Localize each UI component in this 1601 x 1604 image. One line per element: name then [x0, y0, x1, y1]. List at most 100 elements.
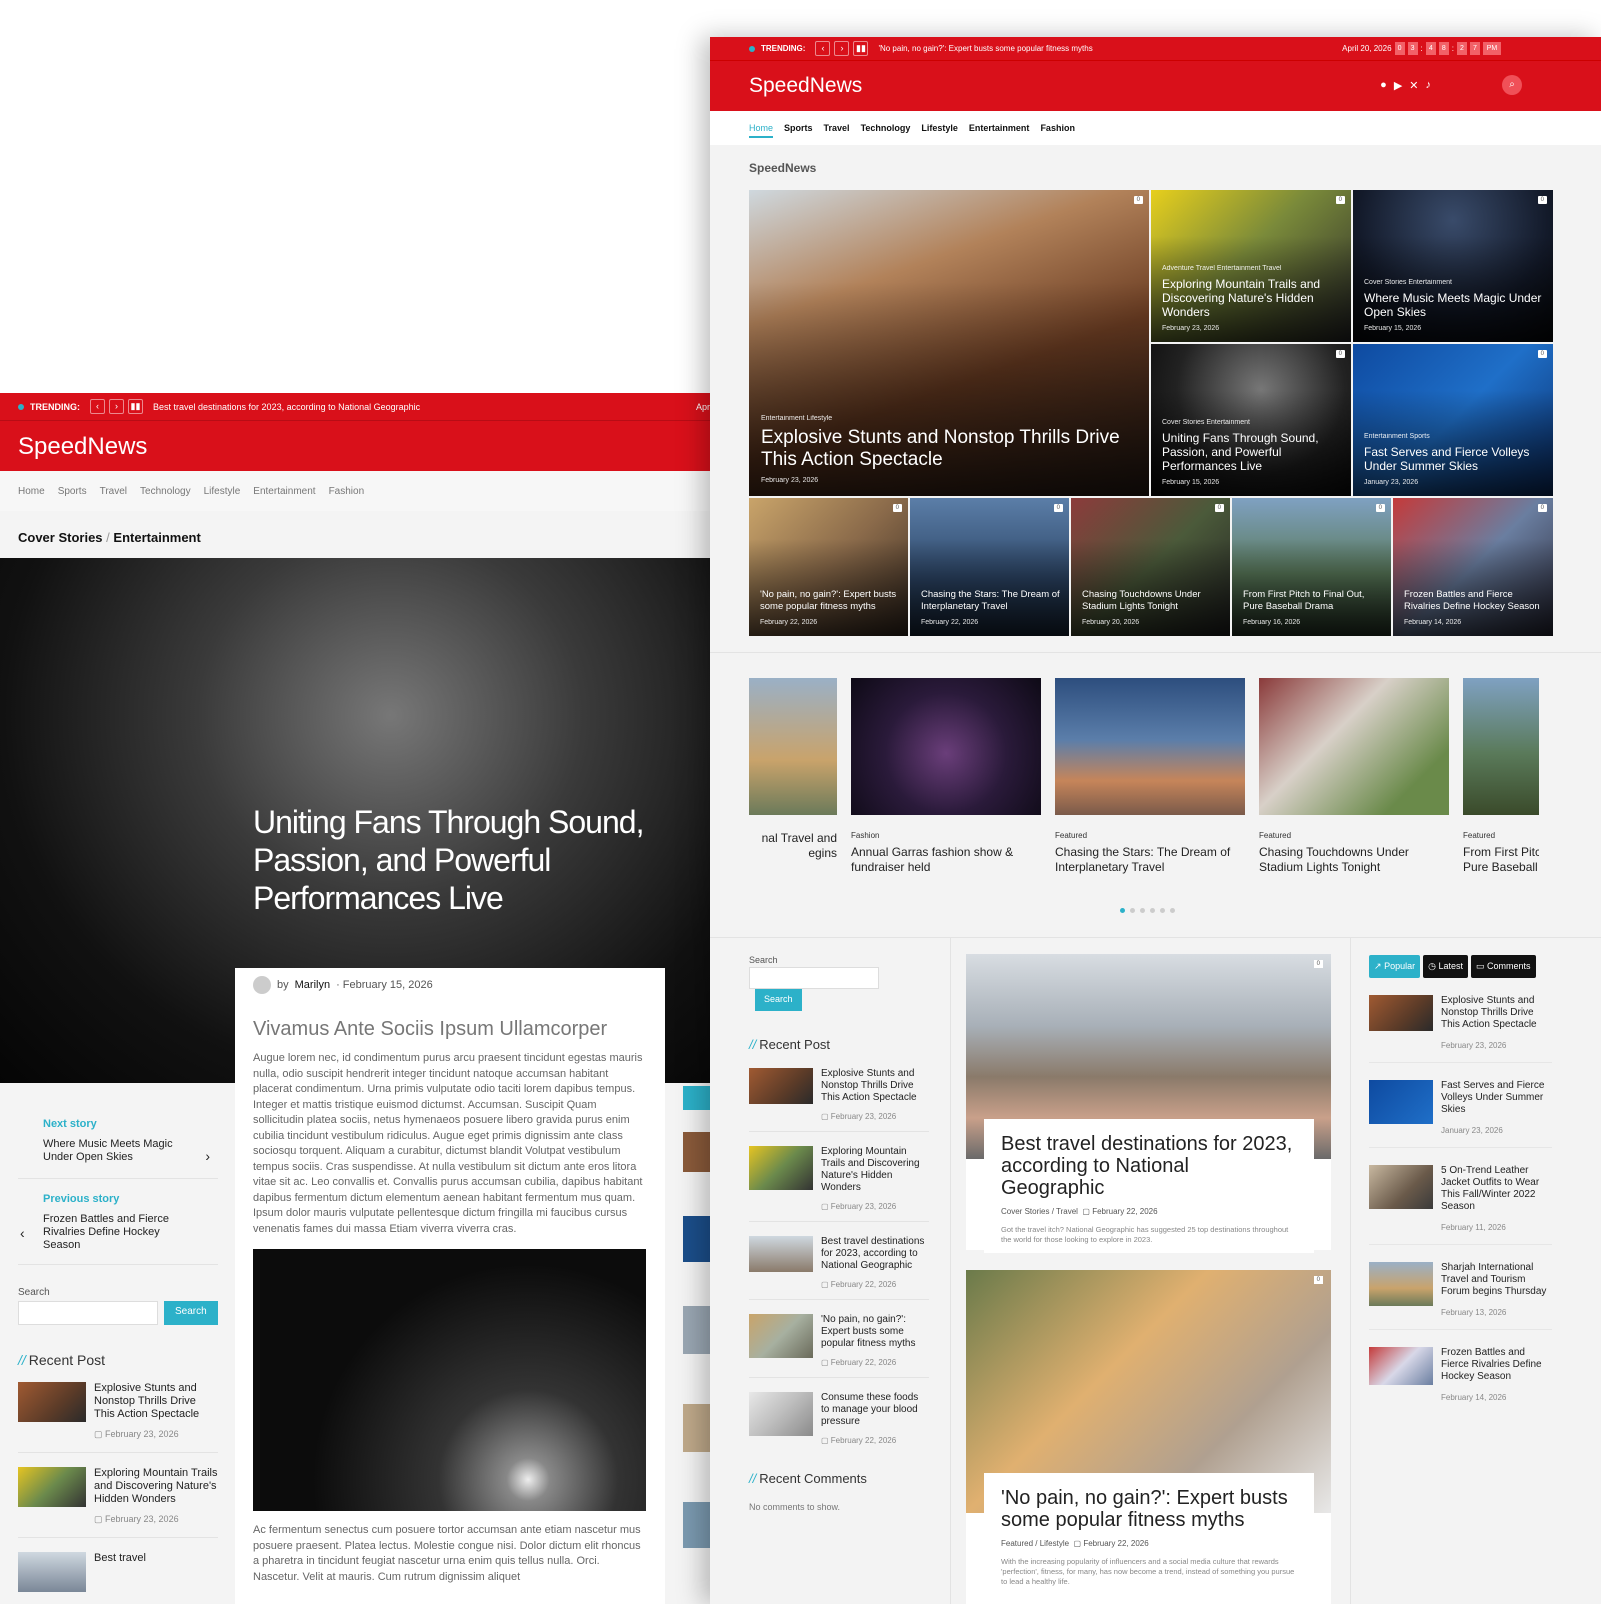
trending-pause-button[interactable]: ▮▮: [128, 399, 143, 414]
card-title[interactable]: Chasing the Stars: The Dream of Interpla…: [1055, 845, 1245, 875]
search-icon[interactable]: ⌕: [1502, 75, 1522, 95]
row-tile[interactable]: 0 Frozen Battles and Fierce Rivalries De…: [1393, 498, 1553, 636]
list-item[interactable]: Frozen Battles and Fierce Rivalries Defi…: [1369, 1347, 1552, 1414]
tile-title[interactable]: Explosive Stunts and Nonstop Thrills Dri…: [761, 427, 1141, 471]
list-item[interactable]: Sharjah International Travel and Tourism…: [1369, 1262, 1552, 1330]
featured-title[interactable]: Best travel destinations for 2023, accor…: [1001, 1133, 1297, 1199]
tile-title[interactable]: Uniting Fans Through Sound, Passion, and…: [1162, 431, 1343, 473]
carousel-card[interactable]: Fashion Annual Garras fashion show & fun…: [851, 678, 1041, 875]
list-item[interactable]: Fast Serves and Fierce Volleys Under Sum…: [1369, 1080, 1552, 1148]
popular-title[interactable]: Frozen Battles and Fierce Rivalries Defi…: [1441, 1347, 1552, 1383]
list-item[interactable]: Explosive Stunts and Nonstop Thrills Dri…: [1369, 995, 1552, 1063]
card-category[interactable]: Fashion: [851, 831, 1041, 840]
recent-post-title[interactable]: Consume these foods to manage your blood…: [821, 1392, 929, 1428]
nav-entertainment[interactable]: Entertainment: [253, 486, 315, 497]
trending-next-button[interactable]: ›: [834, 41, 850, 56]
row-tile[interactable]: 0 From First Pitch to Final Out, Pure Ba…: [1232, 498, 1391, 636]
carousel-card[interactable]: nal Travel and egins: [749, 678, 837, 861]
category-link[interactable]: Cover Stories: [1001, 1207, 1049, 1216]
search-button[interactable]: Search: [755, 989, 802, 1011]
trending-text[interactable]: 'No pain, no gain?': Expert busts some p…: [878, 44, 1092, 53]
nav-home[interactable]: Home: [749, 123, 774, 138]
grid-tile[interactable]: 0 Cover Stories Entertainment Uniting Fan…: [1151, 344, 1351, 496]
youtube-icon[interactable]: ▶: [1394, 79, 1402, 92]
carousel-card[interactable]: Featured From First Pitch Pure Baseball …: [1463, 678, 1539, 875]
trending-prev-button[interactable]: ‹: [815, 41, 831, 56]
list-item[interactable]: 'No pain, no gain?': Expert busts some p…: [749, 1314, 929, 1367]
category-link[interactable]: Lifestyle: [1040, 1539, 1069, 1548]
popular-title[interactable]: Fast Serves and Fierce Volleys Under Sum…: [1441, 1080, 1552, 1116]
next-story-title[interactable]: Where Music Meets Magic Under Open Skies: [43, 1138, 193, 1164]
featured-post[interactable]: 0 'No pain, no gain?': Expert busts some…: [966, 1270, 1331, 1604]
nav-technology[interactable]: Technology: [861, 123, 911, 133]
carousel-dot[interactable]: [1160, 908, 1165, 913]
tile-category[interactable]: Entertainment Sports: [1364, 433, 1545, 440]
recent-post-title[interactable]: 'No pain, no gain?': Expert busts some p…: [821, 1314, 929, 1350]
carousel-card[interactable]: Featured Chasing the Stars: The Dream of…: [1055, 678, 1245, 875]
tile-title[interactable]: Fast Serves and Fierce Volleys Under Sum…: [1364, 445, 1545, 473]
tab-latest[interactable]: ◷ Latest: [1423, 955, 1468, 978]
list-item[interactable]: Exploring Mountain Trails and Discoverin…: [749, 1146, 929, 1211]
card-title[interactable]: Annual Garras fashion show & fundraiser …: [851, 845, 1041, 875]
nav-travel[interactable]: Travel: [824, 123, 850, 133]
popular-title[interactable]: Explosive Stunts and Nonstop Thrills Dri…: [1441, 995, 1552, 1031]
trending-text[interactable]: Best travel destinations for 2023, accor…: [153, 402, 420, 412]
recent-post-title[interactable]: Best travel destinations for 2023, accor…: [821, 1236, 929, 1272]
row-tile[interactable]: 0 Chasing the Stars: The Dream of Interp…: [910, 498, 1069, 636]
search-button[interactable]: Search: [164, 1301, 218, 1325]
tile-title[interactable]: Frozen Battles and Fierce Rivalries Defi…: [1404, 589, 1545, 613]
list-item[interactable]: Explosive Stunts and Nonstop Thrills Dri…: [18, 1382, 218, 1440]
trending-prev-button[interactable]: ‹: [90, 399, 105, 414]
grid-tile[interactable]: 0 Cover Stories Entertainment Where Music…: [1353, 190, 1553, 342]
nav-travel[interactable]: Travel: [100, 486, 127, 497]
nav-fashion[interactable]: Fashion: [1040, 123, 1075, 133]
card-category[interactable]: Featured: [1463, 831, 1539, 840]
nav-home[interactable]: Home: [18, 486, 45, 497]
search-input[interactable]: [18, 1301, 158, 1325]
breadcrumb-cover-stories[interactable]: Cover Stories: [18, 530, 103, 545]
tile-title[interactable]: Chasing Touchdowns Under Stadium Lights …: [1082, 589, 1222, 613]
carousel-dot[interactable]: [1130, 908, 1135, 913]
list-item[interactable]: Consume these foods to manage your blood…: [749, 1392, 929, 1445]
site-logo[interactable]: SpeedNews: [0, 421, 710, 471]
author-link[interactable]: Marilyn: [295, 979, 330, 991]
tile-category[interactable]: Cover Stories Entertainment: [1162, 419, 1343, 426]
carousel-dot[interactable]: [1140, 908, 1145, 913]
popular-title[interactable]: Sharjah International Travel and Tourism…: [1441, 1262, 1552, 1298]
carousel-dot[interactable]: [1120, 908, 1125, 913]
featured-post[interactable]: 0 Best travel destinations for 2023, acc…: [966, 954, 1331, 1253]
site-logo[interactable]: SpeedNews: [749, 74, 862, 97]
grid-tile[interactable]: 0 Adventure Travel Entertainment Travel E…: [1151, 190, 1351, 342]
category-link[interactable]: Featured: [1001, 1539, 1033, 1548]
list-item[interactable]: 5 On-Trend Leather Jacket Outfits to Wea…: [1369, 1165, 1552, 1245]
trending-pause-button[interactable]: ▮▮: [853, 41, 869, 56]
hero-tile[interactable]: 0 Entertainment Lifestyle Explosive Stun…: [749, 190, 1149, 496]
search-input[interactable]: [749, 967, 879, 989]
previous-story-title[interactable]: Frozen Battles and Fierce Rivalries Defi…: [43, 1213, 193, 1252]
grid-tile[interactable]: 0 Entertainment Sports Fast Serves and Fi…: [1353, 344, 1553, 496]
carousel-card[interactable]: Featured Chasing Touchdowns Under Stadiu…: [1259, 678, 1449, 875]
nav-lifestyle[interactable]: Lifestyle: [921, 123, 958, 133]
nav-sports[interactable]: Sports: [784, 123, 813, 133]
x-icon[interactable]: ✕: [1409, 79, 1418, 92]
row-tile[interactable]: 0 'No pain, no gain?': Expert busts some…: [749, 498, 908, 636]
tile-title[interactable]: 'No pain, no gain?': Expert busts some p…: [760, 589, 900, 613]
recent-post-title[interactable]: Exploring Mountain Trails and Discoverin…: [821, 1146, 929, 1194]
tile-title[interactable]: Where Music Meets Magic Under Open Skies: [1364, 291, 1545, 319]
row-tile[interactable]: 0 Chasing Touchdowns Under Stadium Light…: [1071, 498, 1230, 636]
nav-fashion[interactable]: Fashion: [329, 486, 365, 497]
list-item[interactable]: Exploring Mountain Trails and Discoverin…: [18, 1467, 218, 1525]
tab-popular[interactable]: ↗ Popular: [1369, 955, 1421, 978]
card-category[interactable]: Featured: [1055, 831, 1245, 840]
chevron-left-icon[interactable]: ‹: [20, 1225, 25, 1241]
carousel-dot[interactable]: [1150, 908, 1155, 913]
chevron-right-icon[interactable]: ›: [205, 1148, 210, 1164]
list-item[interactable]: Explosive Stunts and Nonstop Thrills Dri…: [749, 1068, 929, 1121]
card-category[interactable]: Featured: [1259, 831, 1449, 840]
recent-post-title[interactable]: Exploring Mountain Trails and Discoverin…: [94, 1467, 218, 1506]
tile-title[interactable]: Exploring Mountain Trails and Discoverin…: [1162, 277, 1343, 319]
recent-post-title[interactable]: Best travel: [94, 1552, 146, 1565]
category-link[interactable]: Travel: [1056, 1207, 1078, 1216]
nav-entertainment[interactable]: Entertainment: [969, 123, 1030, 133]
list-item[interactable]: Best travel destinations for 2023, accor…: [749, 1236, 929, 1289]
